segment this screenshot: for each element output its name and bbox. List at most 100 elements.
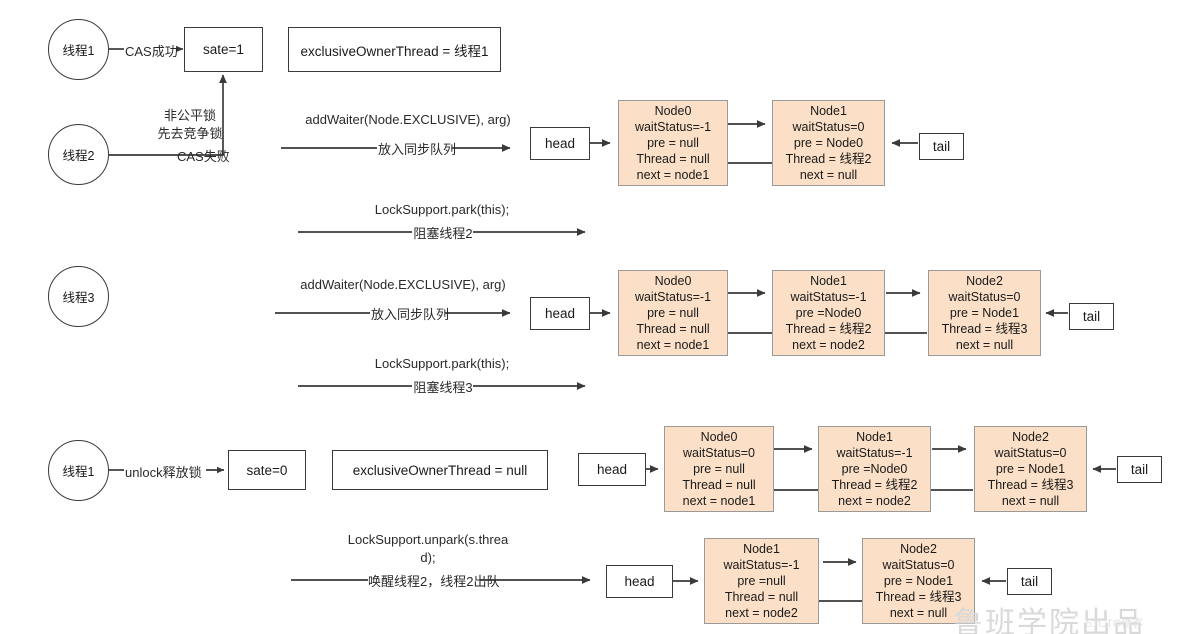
node-pre: pre =null (737, 574, 786, 588)
edge-label-enqueue-row2: 放入同步队列 (378, 142, 457, 157)
node-waitstatus: waitStatus=0 (792, 120, 865, 134)
tail-pointer-box-row3: tail (1069, 303, 1114, 330)
tail-pointer-box-row2: tail (919, 133, 964, 160)
node-pre: pre = Node1 (949, 306, 1020, 320)
edge-label-park-row2: LockSupport.park(this); (374, 202, 510, 217)
node-thread: Thread = 线程3 (875, 590, 962, 604)
node-name: Node0 (700, 430, 738, 444)
thread-circle-label: 线程2 (62, 149, 95, 163)
node-waitstatus: waitStatus=0 (882, 558, 955, 572)
exclusive-owner-thread-box-unlocked: exclusiveOwnerThread = null (332, 450, 548, 490)
head-pointer-box-row2: head (530, 127, 590, 160)
thread-circle-thread1-top[interactable]: 线程1 (48, 19, 109, 80)
head-label: head (624, 574, 655, 589)
edge-label-unfair-lock: 非公平锁 先去竞争锁 (136, 107, 244, 142)
node-pre: pre = null (647, 136, 699, 150)
unfair-lock-line1: 非公平锁 (163, 108, 216, 123)
tail-label: tail (1130, 462, 1149, 477)
state-box-locked-label: sate=1 (203, 42, 244, 57)
node-next: next = null (799, 168, 858, 182)
unfair-lock-line2: 先去竞争锁 (157, 125, 223, 141)
exclusive-owner-thread-label: exclusiveOwnerThread = 线程1 (300, 43, 489, 59)
node-next: next = null (1001, 494, 1060, 508)
node-next: next = node2 (838, 494, 911, 508)
node-name: Node1 (856, 430, 893, 444)
edge-label-block-thread2: 阻塞线程2 (413, 226, 473, 241)
edge-label-unpark: LockSupport.unpark(s.threa d); (330, 531, 526, 566)
state-box-unlocked: sate=0 (228, 450, 306, 490)
tail-pointer-box-row5: tail (1007, 568, 1052, 595)
aqs-node-row4-0: Node0 waitStatus=0 pre = null Thread = n… (664, 426, 774, 512)
aqs-node-row5-0: Node1 waitStatus=-1 pre =null Thread = n… (704, 538, 819, 624)
node-name: Node1 (810, 274, 847, 288)
tail-label: tail (1020, 574, 1039, 589)
node-name: Node2 (900, 542, 937, 556)
node-next: next = null (955, 338, 1014, 352)
edge-label-wake-thread2: 唤醒线程2，线程2出队 (368, 574, 500, 589)
edge-label-cas-success: CAS成功 (125, 44, 178, 59)
node-pre: pre = Node0 (793, 136, 864, 150)
node-next: next = node2 (725, 606, 798, 620)
node-thread: Thread = null (682, 478, 756, 492)
node-next: next = node1 (636, 338, 710, 352)
node-waitstatus: waitStatus=0 (994, 446, 1067, 460)
node-pre: pre =Node0 (841, 462, 908, 476)
node-thread: Thread = null (724, 590, 799, 604)
aqs-node-row4-2: Node2 waitStatus=0 pre = Node1 Thread = … (974, 426, 1087, 512)
node-name: Node1 (743, 542, 780, 556)
unpark-line1: LockSupport.unpark(s.threa (347, 532, 509, 547)
head-pointer-box-row3: head (530, 297, 590, 330)
node-thread: Thread = 线程3 (987, 478, 1074, 492)
aqs-node-row4-1: Node1 waitStatus=-1 pre =Node0 Thread = … (818, 426, 931, 512)
node-thread: Thread = 线程2 (785, 152, 872, 166)
state-box-unlocked-label: sate=0 (246, 462, 288, 478)
head-label: head (544, 136, 576, 151)
node-next: next = null (889, 606, 948, 620)
aqs-node-row2-1: Node1 waitStatus=0 pre = Node0 Thread = … (772, 100, 885, 186)
edge-label-addwaiter-row2: addWaiter(Node.EXCLUSIVE), arg) (305, 112, 511, 127)
aqs-node-row3-1: Node1 waitStatus=-1 pre =Node0 Thread = … (772, 270, 885, 356)
edge-label-enqueue-row3: 放入同步队列 (371, 307, 450, 322)
node-thread: Thread = null (636, 152, 710, 166)
node-pre: pre = null (647, 306, 699, 320)
thread-circle-label: 线程1 (62, 465, 95, 479)
head-label: head (544, 306, 576, 321)
tail-label: tail (1082, 309, 1101, 324)
head-label: head (596, 462, 628, 477)
node-pre: pre = Node1 (883, 574, 954, 588)
edge-label-park-row3: LockSupport.park(this); (374, 356, 510, 371)
edge-label-block-thread3: 阻塞线程3 (413, 380, 473, 395)
node-thread: Thread = 线程3 (941, 322, 1028, 336)
node-waitstatus: waitStatus=-1 (836, 446, 913, 460)
node-pre: pre = null (693, 462, 745, 476)
diagram-canvas: 线程1 CAS成功 sate=1 exclusiveOwnerThread = … (0, 0, 1184, 634)
node-thread: Thread = 线程2 (785, 322, 872, 336)
thread-circle-thread1-bottom[interactable]: 线程1 (48, 440, 109, 501)
node-waitstatus: waitStatus=0 (683, 446, 755, 460)
aqs-node-row2-0: Node0 waitStatus=-1 pre = null Thread = … (618, 100, 728, 186)
watermark-subtext: 51CTO博客 (1086, 618, 1144, 630)
node-waitstatus: waitStatus=-1 (634, 120, 712, 134)
thread-circle-thread3[interactable]: 线程3 (48, 266, 109, 327)
tail-pointer-box-row4: tail (1117, 456, 1162, 483)
thread-circle-label: 线程1 (62, 44, 95, 58)
node-name: Node1 (810, 104, 847, 118)
node-next: next = node1 (682, 494, 756, 508)
node-waitstatus: waitStatus=-1 (790, 290, 867, 304)
aqs-node-row3-2: Node2 waitStatus=0 pre = Node1 Thread = … (928, 270, 1041, 356)
node-thread: Thread = null (636, 322, 710, 336)
thread-circle-thread2[interactable]: 线程2 (48, 124, 109, 185)
state-box-locked: sate=1 (184, 27, 263, 72)
unpark-line2: d); (420, 549, 436, 565)
head-pointer-box-row4: head (578, 453, 646, 486)
node-waitstatus: waitStatus=0 (948, 290, 1021, 304)
node-waitstatus: waitStatus=-1 (634, 290, 712, 304)
exclusive-owner-thread-label: exclusiveOwnerThread = null (352, 462, 528, 478)
node-name: Node0 (654, 274, 692, 288)
node-next: next = node1 (636, 168, 710, 182)
node-name: Node0 (654, 104, 692, 118)
node-pre: pre =Node0 (795, 306, 862, 320)
edge-label-unlock-release: unlock释放锁 (125, 465, 202, 480)
head-pointer-box-row5: head (606, 565, 673, 598)
aqs-node-row3-0: Node0 waitStatus=-1 pre = null Thread = … (618, 270, 728, 356)
